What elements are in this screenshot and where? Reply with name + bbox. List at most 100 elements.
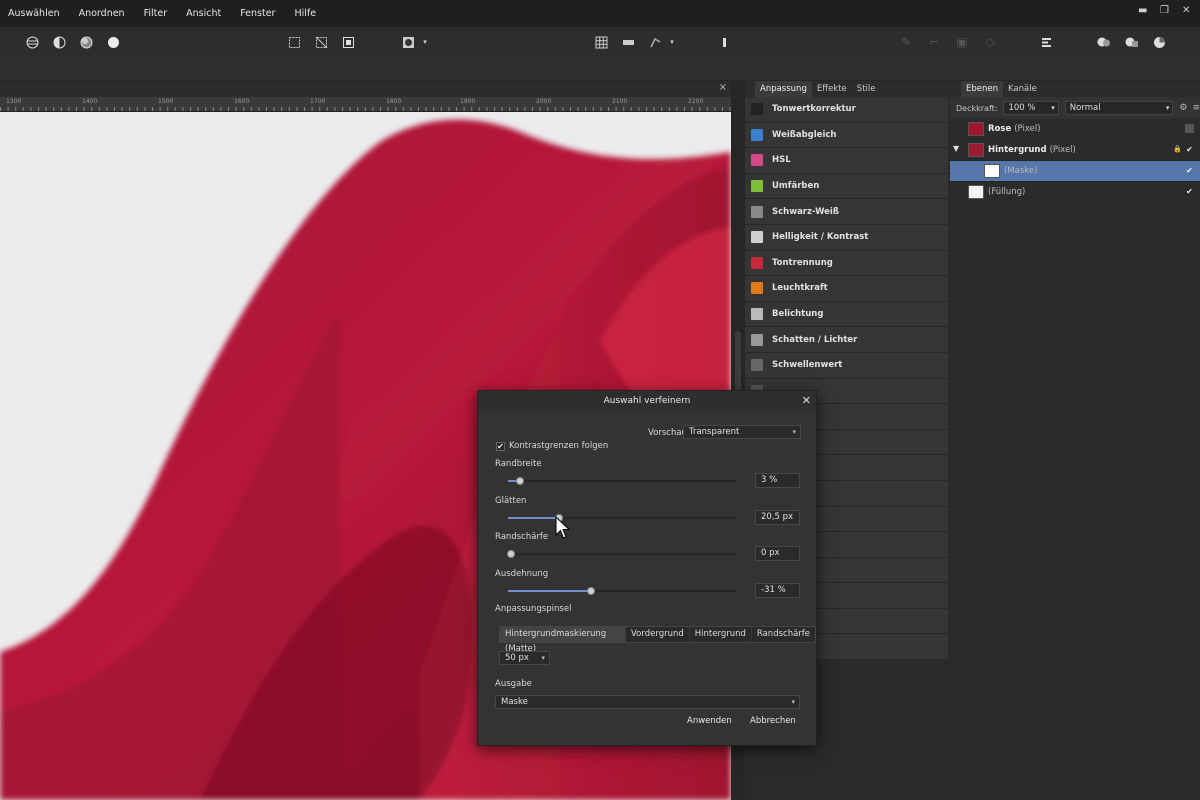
layer-row[interactable]: Rose (Pixel) xyxy=(950,119,1200,140)
adjustment-item[interactable]: Leuchtkraft xyxy=(745,276,948,302)
document-tab-bar: × xyxy=(0,81,731,97)
chevron-down-icon: ▾ xyxy=(791,698,795,706)
menu-fenster[interactable]: Fenster xyxy=(230,8,284,19)
brush-size-select[interactable]: 50 px ▾ xyxy=(499,651,550,665)
blend-mode-select[interactable]: Normal ▾ xyxy=(1064,101,1174,115)
ruler-tick-label: 2000 xyxy=(536,98,552,105)
tab-ebenen[interactable]: Ebenen xyxy=(961,81,1003,97)
adjustment-label: Umfärben xyxy=(772,181,820,192)
minimize-icon[interactable]: ▬ xyxy=(1138,5,1147,16)
lock-disabled-icon[interactable]: ▣ xyxy=(952,32,972,52)
brush-mode-background[interactable]: Hintergrund xyxy=(690,627,752,642)
layer-visibility-checkbox[interactable]: ✔ xyxy=(1185,145,1194,154)
adjustment-item[interactable]: Schwellenwert xyxy=(745,352,948,379)
output-select[interactable]: Maske ▾ xyxy=(495,695,800,709)
slider-value-field[interactable]: 20,5 px xyxy=(755,509,800,525)
gear-icon[interactable]: ⚙ xyxy=(1179,103,1187,113)
quick-mask-icon[interactable] xyxy=(22,32,42,52)
menu-hilfe[interactable]: Hilfe xyxy=(284,8,325,19)
layer-name: Rose xyxy=(988,124,1012,134)
layer-visibility-checkbox[interactable] xyxy=(1185,124,1194,133)
brush-mode-edge[interactable]: Randschärfe xyxy=(752,627,815,642)
ruler-ticks xyxy=(0,105,731,111)
adjustment-item[interactable]: Weißabgleich xyxy=(745,122,948,149)
menu-auswaehlen[interactable]: Auswählen xyxy=(0,8,69,19)
adjustment-icon xyxy=(751,333,763,346)
contrast-half-icon[interactable] xyxy=(49,32,69,52)
slider-value-field[interactable]: -31 % xyxy=(755,582,800,598)
cancel-button[interactable]: Abbrechen xyxy=(750,716,796,726)
adjustment-item[interactable]: Schwarz-Weiß xyxy=(745,199,948,225)
deselect-icon[interactable] xyxy=(311,32,331,52)
adjustment-item[interactable]: Belichtung xyxy=(745,301,948,328)
persona-export-icon[interactable] xyxy=(1150,32,1170,52)
opacity-field[interactable]: 100 % ▾ xyxy=(1003,101,1059,115)
mask-icon[interactable] xyxy=(398,32,418,52)
tab-anpassung[interactable]: Anpassung xyxy=(755,81,812,97)
tab-stile[interactable]: Stile xyxy=(852,81,881,97)
close-icon[interactable]: ✕ xyxy=(802,394,811,407)
crop-disabled-icon[interactable]: ⌐ xyxy=(924,32,944,52)
adjustment-item[interactable]: Tontrennung xyxy=(745,250,948,277)
layer-row[interactable]: ▼ Hintergrund (Pixel) 🔒 ✔ xyxy=(950,140,1200,161)
persona-liquify-icon[interactable] xyxy=(1122,32,1142,52)
snapping-dropdown-icon[interactable]: ▾ xyxy=(666,32,678,52)
tab-kanaele[interactable]: Kanäle xyxy=(1003,81,1042,97)
slider-track[interactable] xyxy=(508,477,736,485)
lock-icon[interactable]: 🔒 xyxy=(1173,145,1182,153)
ruler-tick-label: 1300 xyxy=(6,98,22,105)
opacity-label: Deckkraft: xyxy=(956,103,998,113)
contrast-checkbox[interactable]: ✔ xyxy=(496,442,505,451)
layer-visibility-checkbox[interactable]: ✔ xyxy=(1185,166,1194,175)
expand-icon[interactable]: ▼ xyxy=(953,144,959,153)
white-circle-icon[interactable] xyxy=(103,32,123,52)
marquee-select-icon[interactable] xyxy=(284,32,304,52)
slider-knob[interactable] xyxy=(516,477,525,485)
slider-fill xyxy=(508,516,556,519)
apply-button[interactable]: Anwenden xyxy=(687,716,732,726)
layer-row[interactable]: (Füllung) ✔ xyxy=(950,182,1200,203)
grid-icon[interactable] xyxy=(591,32,611,52)
menu-ansicht[interactable]: Ansicht xyxy=(176,8,230,19)
slider-knob[interactable] xyxy=(586,586,595,595)
align-icon[interactable] xyxy=(618,32,638,52)
mask-dropdown-icon[interactable]: ▾ xyxy=(419,32,431,52)
menu-anordnen[interactable]: Anordnen xyxy=(69,8,134,19)
preview-select[interactable]: Transparent ▾ xyxy=(683,425,801,439)
snapping-icon[interactable] xyxy=(645,32,665,52)
transform-disabled-icon[interactable]: ◇ xyxy=(980,32,1000,52)
maximize-icon[interactable]: ❐ xyxy=(1160,5,1169,16)
dialog-title: Auswahl verfeinern xyxy=(478,391,816,411)
ruler-tick-label: 1500 xyxy=(158,98,174,105)
brush-mode-foreground[interactable]: Vordergrund xyxy=(626,627,690,642)
menu-filter[interactable]: Filter xyxy=(134,8,177,19)
info-icon[interactable] xyxy=(714,32,734,52)
slider-value-field[interactable]: 0 px xyxy=(755,546,800,561)
slider-track[interactable] xyxy=(507,550,736,558)
slider-knob[interactable] xyxy=(507,550,515,558)
adjustment-icon xyxy=(751,308,763,321)
arrange-icon[interactable] xyxy=(1036,32,1056,52)
layer-row[interactable]: (Maske) ✔ xyxy=(950,161,1200,182)
more-icon[interactable]: ≡ xyxy=(1192,103,1200,113)
persona-photo-icon[interactable] xyxy=(1094,32,1114,52)
slider-track[interactable] xyxy=(508,586,736,595)
pen-disabled-icon[interactable]: ✎ xyxy=(896,32,916,52)
layer-visibility-checkbox[interactable]: ✔ xyxy=(1185,187,1194,196)
tab-effekte[interactable]: Effekte xyxy=(812,81,852,97)
adjustment-item[interactable]: Helligkeit / Kontrast xyxy=(745,224,948,251)
adjustment-item[interactable]: HSL xyxy=(745,148,948,174)
adjustment-icon xyxy=(751,154,763,167)
close-document-icon[interactable]: × xyxy=(719,82,727,93)
adjustment-item[interactable]: Schatten / Lichter xyxy=(745,327,948,353)
adjustment-item[interactable]: Tonwertkorrektur xyxy=(745,97,948,123)
invert-selection-icon[interactable] xyxy=(338,32,358,52)
slider-track[interactable] xyxy=(508,513,736,522)
slider-value-field[interactable]: 3 % xyxy=(755,473,800,488)
close-window-icon[interactable]: ✕ xyxy=(1182,5,1190,16)
preview-label: Vorschau xyxy=(648,428,687,438)
shade-circle-icon[interactable] xyxy=(76,32,96,52)
adjustment-label: Belichtung xyxy=(772,309,824,320)
adjustment-item[interactable]: Umfärben xyxy=(745,173,948,200)
brush-mode-matte[interactable]: Hintergrundmaskierung (Matte) xyxy=(500,627,627,654)
